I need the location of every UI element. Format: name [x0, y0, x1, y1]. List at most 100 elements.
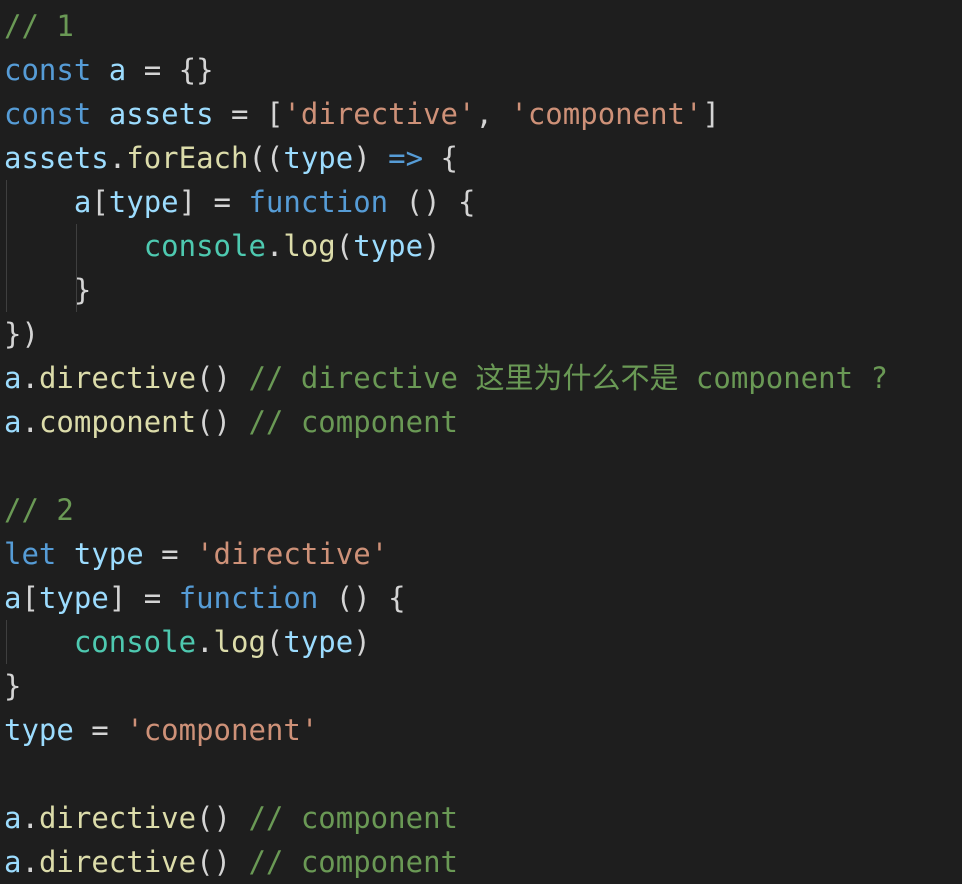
- code-token-cls: console: [73, 625, 197, 659]
- code-token-str: 'directive': [283, 97, 476, 131]
- code-token-pun: =: [73, 713, 127, 747]
- code-token-pun: ,: [475, 97, 511, 131]
- code-line[interactable]: a[type] = function () {: [0, 180, 962, 224]
- code-token-pun: () {: [318, 581, 406, 615]
- code-token-pun: =: [126, 53, 179, 87]
- code-token-kw: const: [4, 97, 92, 131]
- code-token-pun: ((: [248, 141, 284, 175]
- code-token-var: a: [73, 185, 92, 219]
- code-token-pun: {: [423, 141, 458, 175]
- code-token-pun: ): [353, 625, 371, 659]
- indent-guide: [6, 180, 7, 224]
- code-line[interactable]: }: [0, 268, 962, 312]
- code-token-pun: =: [213, 97, 266, 131]
- code-token-pun: ): [423, 229, 441, 263]
- code-line[interactable]: a[type] = function () {: [0, 576, 962, 620]
- code-token-pun: .: [21, 405, 39, 439]
- code-line[interactable]: // 1: [0, 4, 962, 48]
- code-token-pun: (: [335, 229, 354, 263]
- code-token-pun: [56, 537, 73, 571]
- code-line[interactable]: const a = {}: [0, 48, 962, 92]
- code-token-var: a: [4, 361, 22, 395]
- code-line[interactable]: const assets = ['directive', 'component'…: [0, 92, 962, 136]
- code-token-pun: (: [265, 625, 284, 659]
- code-token-var: a: [4, 405, 22, 439]
- code-token-pun: ]: [702, 97, 720, 131]
- code-line[interactable]: let type = 'directive': [0, 532, 962, 576]
- code-token-str: 'directive': [196, 537, 389, 571]
- code-token-var: type: [108, 185, 179, 219]
- code-token-pun: .: [21, 845, 39, 879]
- code-line[interactable]: console.log(type): [0, 620, 962, 664]
- indent-guide: [76, 268, 77, 312]
- indent-guide: [6, 224, 7, 268]
- code-token-com: // directive 这里为什么不是 component ?: [248, 361, 888, 395]
- code-line[interactable]: a.component() // component: [0, 400, 962, 444]
- indent-guide: [76, 224, 77, 268]
- code-token-var: a: [4, 801, 22, 835]
- code-token-kw: let: [4, 537, 57, 571]
- code-token-pun: (): [196, 361, 249, 395]
- code-token-str: 'component': [510, 97, 703, 131]
- code-token-kw: function: [178, 581, 319, 615]
- code-token-pun: [: [265, 97, 284, 131]
- code-token-var: a: [108, 53, 127, 87]
- code-token-pun: {}: [178, 53, 214, 87]
- code-token-var: type: [38, 581, 109, 615]
- indent-guide: [6, 268, 7, 312]
- code-token-fn: directive: [38, 361, 197, 395]
- code-token-pun: [4, 229, 144, 263]
- code-token-var: type: [73, 537, 144, 571]
- code-token-com: // component: [248, 801, 458, 835]
- code-line[interactable]: a.directive() // component: [0, 840, 962, 884]
- code-token-fn: log: [283, 229, 336, 263]
- code-line[interactable]: [0, 752, 962, 796]
- code-editor[interactable]: // 1 const a = {} const assets = ['directi…: [0, 0, 962, 879]
- code-token-var: type: [283, 625, 354, 659]
- code-line[interactable]: [0, 444, 962, 488]
- code-token-pun: [4, 625, 74, 659]
- code-token-kw: function: [248, 185, 389, 219]
- code-token-pun: ] =: [178, 185, 249, 219]
- code-line[interactable]: a.directive() // component: [0, 796, 962, 840]
- code-token-pun: [91, 97, 108, 131]
- code-token-var: type: [353, 229, 424, 263]
- code-line[interactable]: a.directive() // directive 这里为什么不是 compo…: [0, 356, 962, 400]
- code-token-var: assets: [108, 97, 214, 131]
- code-line[interactable]: type = 'component': [0, 708, 962, 752]
- code-token-pun: [4, 185, 74, 219]
- code-token-fn: component: [38, 405, 197, 439]
- indent-guide: [6, 620, 7, 664]
- code-token-com: // 1: [4, 9, 74, 43]
- code-token-pun: (): [196, 845, 249, 879]
- code-token-com: // component: [248, 845, 458, 879]
- code-token-pun: .: [21, 801, 39, 835]
- code-token-pun: .: [265, 229, 284, 263]
- code-line[interactable]: console.log(type): [0, 224, 962, 268]
- code-line[interactable]: }: [0, 664, 962, 708]
- code-token-var: a: [4, 581, 22, 615]
- code-line[interactable]: assets.forEach((type) => {: [0, 136, 962, 180]
- code-token-cls: console: [143, 229, 266, 263]
- code-token-pun: .: [196, 625, 214, 659]
- code-token-pun: }: [4, 273, 92, 307]
- code-token-pun: () {: [388, 185, 476, 219]
- code-content[interactable]: // 1 const a = {} const assets = ['directi…: [0, 4, 962, 884]
- code-token-fn: log: [213, 625, 266, 659]
- code-token-pun: .: [108, 141, 127, 175]
- code-token-pun: [: [91, 185, 109, 219]
- code-token-fn: directive: [38, 845, 197, 879]
- code-token-pun: ] =: [108, 581, 179, 615]
- code-token-fn: forEach: [126, 141, 249, 175]
- code-token-pun: }: [4, 669, 22, 703]
- code-token-var: type: [283, 141, 354, 175]
- code-token-pun: [91, 53, 108, 87]
- code-line[interactable]: // 2: [0, 488, 962, 532]
- code-token-pun: (): [196, 801, 249, 835]
- code-token-var: assets: [4, 141, 109, 175]
- code-token-pun: .: [21, 361, 39, 395]
- code-token-com: // 2: [4, 493, 74, 527]
- code-line[interactable]: }): [0, 312, 962, 356]
- code-token-pun: (): [196, 405, 249, 439]
- code-token-var: type: [4, 713, 74, 747]
